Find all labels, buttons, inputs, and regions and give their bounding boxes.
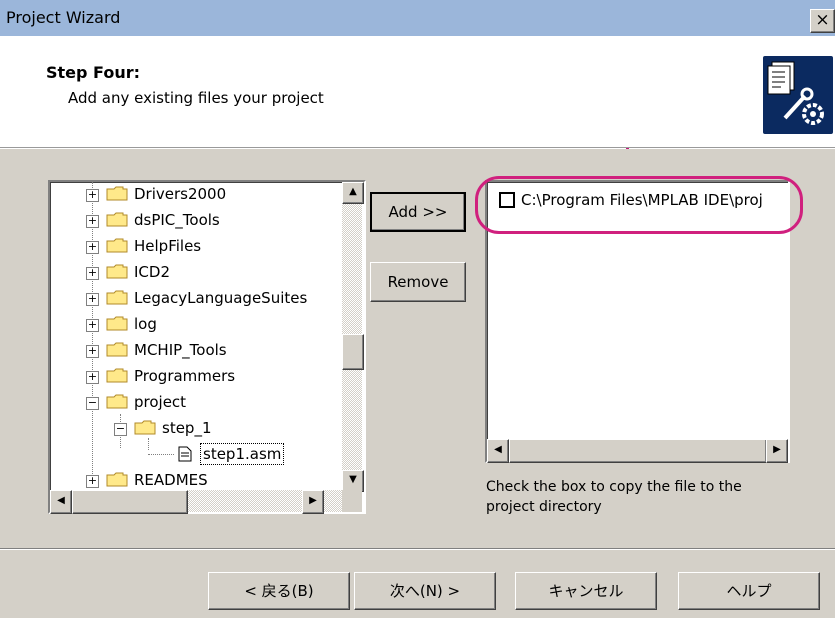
scroll-right-button[interactable]: ▶ xyxy=(302,490,324,514)
tree-item-label: LegacyLanguageSuites xyxy=(134,289,308,307)
file-icon xyxy=(178,446,192,462)
copy-hint-text: Check the box to copy the file to the pr… xyxy=(486,479,742,515)
folder-tree[interactable]: + Drivers2000 + dsPIC_Tools + HelpFiles … xyxy=(48,180,366,514)
tree-item-label: HelpFiles xyxy=(134,237,202,255)
tree-item-label: step1.asm xyxy=(200,443,285,465)
back-button[interactable]: < 戻る(B) xyxy=(208,572,350,610)
scroll-up-button[interactable]: ▲ xyxy=(342,182,364,204)
tree-vertical-scrollbar[interactable]: ▲ ▼ xyxy=(342,182,364,492)
scroll-down-button[interactable]: ▼ xyxy=(342,470,364,492)
tree-item-label: project xyxy=(134,393,187,411)
scroll-right-button[interactable]: ▶ xyxy=(766,439,788,463)
tree-item-label: Programmers xyxy=(134,367,236,385)
footer-separator xyxy=(0,548,835,550)
step-title: Step Four: xyxy=(46,63,140,82)
remove-button[interactable]: Remove xyxy=(370,262,466,302)
add-button[interactable]: Add >> xyxy=(370,192,466,232)
step-description: Add any existing files your project xyxy=(68,89,324,107)
tree-item[interactable]: + LegacyLanguageSuites xyxy=(86,286,322,310)
scroll-left-button[interactable]: ◀ xyxy=(50,490,72,514)
scroll-thumb[interactable] xyxy=(72,490,188,514)
help-button[interactable]: ヘルプ xyxy=(678,572,820,610)
scroll-thumb[interactable] xyxy=(342,334,364,370)
wizard-icon xyxy=(763,56,833,134)
title-bar xyxy=(0,0,835,36)
tree-item-label: ICD2 xyxy=(134,263,170,281)
cancel-button[interactable]: キャンセル xyxy=(515,572,657,610)
window-title: Project Wizard xyxy=(6,8,121,27)
tree-item-label: log xyxy=(134,315,157,333)
annotation-highlight xyxy=(475,176,803,234)
scroll-thumb[interactable] xyxy=(509,439,767,463)
tree-horizontal-scrollbar[interactable]: ◀ ▶ xyxy=(50,490,342,514)
next-button[interactable]: 次へ(N) > xyxy=(354,572,496,610)
tree-item-label: step_1 xyxy=(162,419,212,437)
scroll-left-button[interactable]: ◀ xyxy=(487,439,509,463)
tree-item-label: dsPIC_Tools xyxy=(134,211,220,229)
tree-item-label: Drivers2000 xyxy=(134,185,227,203)
tree-item-label: MCHIP_Tools xyxy=(134,341,227,359)
close-button[interactable]: × xyxy=(810,9,835,33)
file-list-horizontal-scrollbar[interactable]: ◀ ▶ xyxy=(487,439,788,463)
tree-item-label: READMES xyxy=(134,471,208,489)
